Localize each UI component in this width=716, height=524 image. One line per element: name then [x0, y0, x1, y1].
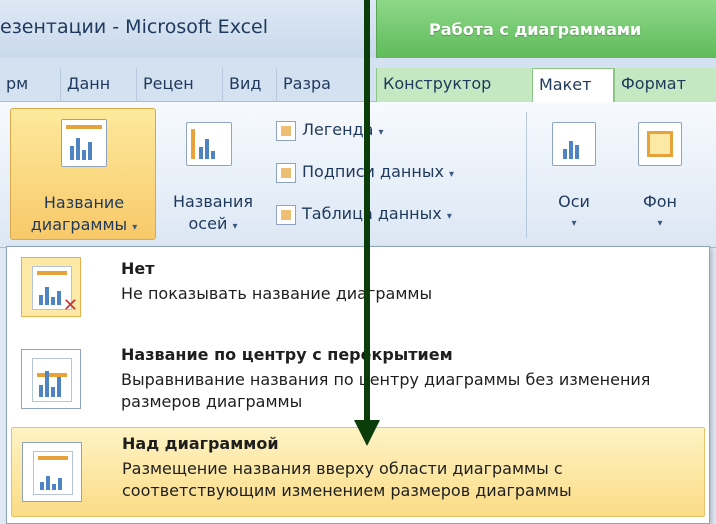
- chart-title-dropdown-menu: ✕ Нет Не показывать название диаграммы Н…: [6, 246, 710, 524]
- menu-item-centered-overlay[interactable]: Название по центру с перекрытием Выравни…: [11, 337, 705, 423]
- menu-item-description: Не показывать название диаграммы: [121, 284, 433, 303]
- menu-item-title: Нет: [121, 259, 155, 278]
- group-divider: [526, 112, 527, 238]
- no-title-icon: ✕: [21, 257, 81, 317]
- ribbon-panel: Название диаграммы ▾ Названия осей ▾ Лег…: [0, 102, 716, 248]
- chart-title-button[interactable]: Название диаграммы ▾: [10, 108, 156, 240]
- menu-item-title: Над диаграммой: [122, 434, 279, 453]
- chevron-down-icon: ▾: [232, 221, 238, 232]
- chevron-down-icon: ▾: [571, 218, 577, 229]
- chart-title-label-1: Название: [43, 193, 125, 212]
- background-icon: [638, 122, 682, 166]
- menu-item-description: Размещение названия вверху области диагр…: [122, 459, 572, 500]
- axis-titles-label-2: осей: [188, 214, 228, 233]
- data-table-label: Таблица данных: [302, 204, 442, 223]
- tab-design[interactable]: Конструктор: [376, 68, 532, 102]
- chart-title-label-2: диаграммы: [30, 215, 128, 234]
- tab-review[interactable]: Рецен: [136, 68, 222, 102]
- centered-overlay-title-icon: [21, 349, 81, 409]
- chart-tools-context-header: Работа с диаграммами: [376, 0, 716, 58]
- chevron-down-icon: ▾: [378, 127, 384, 138]
- tab-format[interactable]: Формат: [614, 68, 716, 102]
- close-icon: ✕: [62, 295, 78, 316]
- tab-layout[interactable]: Макет: [532, 68, 614, 103]
- tab-data[interactable]: Данн: [60, 68, 136, 102]
- menu-item-none[interactable]: ✕ Нет Не показывать название диаграммы: [11, 251, 705, 333]
- axes-icon: [552, 122, 596, 166]
- chart-title-icon: [61, 119, 107, 167]
- annotation-arrow-head-icon: [354, 420, 380, 446]
- tab-view[interactable]: Вид: [222, 68, 276, 102]
- window-title: езентации - Microsoft Excel: [0, 16, 269, 38]
- legend-icon: [276, 120, 296, 141]
- tab-format-partial[interactable]: рм: [0, 68, 60, 102]
- chevron-down-icon: ▾: [449, 169, 455, 180]
- background-label: Фон: [642, 192, 678, 211]
- chevron-down-icon: ▾: [657, 218, 663, 229]
- background-button[interactable]: Фон ▾: [622, 108, 698, 240]
- data-labels-label: Подписи данных: [302, 162, 444, 181]
- legend-label: Легенда: [302, 120, 374, 139]
- menu-item-title: Название по центру с перекрытием: [121, 345, 453, 364]
- above-chart-title-icon: [22, 442, 82, 502]
- chevron-down-icon: ▾: [132, 222, 138, 233]
- axis-titles-icon: [186, 122, 232, 166]
- axes-label: Оси: [558, 192, 590, 211]
- data-table-icon: [276, 204, 296, 225]
- axes-button[interactable]: Оси ▾: [536, 108, 612, 240]
- tab-developer[interactable]: Разра: [276, 68, 376, 102]
- title-bar: езентации - Microsoft Excel Работа с диа…: [0, 0, 716, 58]
- menu-item-description: Выравнивание названия по центру диаграмм…: [121, 370, 651, 411]
- chevron-down-icon: ▾: [446, 211, 452, 222]
- data-labels-icon: [276, 162, 296, 183]
- context-title: Работа с диаграммами: [429, 20, 642, 39]
- axis-titles-label-1: Названия: [172, 192, 254, 211]
- annotation-arrow-line: [364, 0, 370, 422]
- ribbon-tab-bar: рм Данн Рецен Вид Разра Конструктор Маке…: [0, 58, 716, 103]
- axis-titles-button[interactable]: Названия осей ▾: [158, 108, 268, 240]
